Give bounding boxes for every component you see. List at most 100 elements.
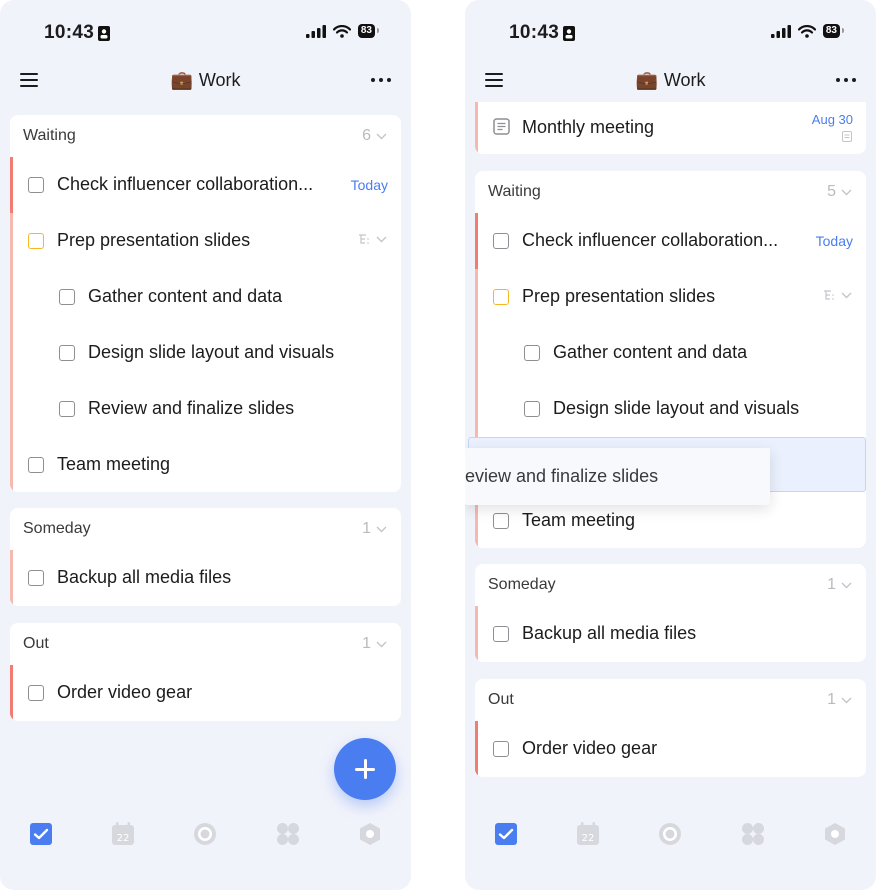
task-title: Gather content and data: [553, 342, 748, 362]
subtask-icon: [824, 290, 834, 300]
focus-tab-icon[interactable]: [193, 822, 217, 846]
section-someday: Someday 1 Backup all media files: [10, 508, 401, 606]
status-time-text: 10:43: [44, 22, 95, 43]
subtask-row[interactable]: Review and finalize slides: [10, 381, 401, 437]
status-bar: 10:43 83: [465, 0, 876, 64]
section-count: 5: [827, 183, 852, 201]
more-icon[interactable]: [369, 72, 393, 88]
settings-tab-hexagon-icon[interactable]: [358, 822, 382, 846]
section-out: Out 1 Order video gear: [10, 623, 401, 721]
task-row[interactable]: Monthly meeting Aug 30: [475, 102, 866, 154]
calendar-tab-icon[interactable]: 22: [111, 822, 135, 846]
description-icon: [842, 131, 852, 142]
settings-tab-hexagon-icon[interactable]: [823, 822, 847, 846]
task-checkbox[interactable]: [59, 401, 75, 417]
section-title: Out: [488, 691, 514, 708]
task-checkbox[interactable]: [28, 685, 44, 701]
task-row[interactable]: Prep presentation slides: [10, 213, 401, 269]
page-title-text: Work: [663, 70, 706, 90]
section-previous: Monthly meeting Aug 30: [475, 102, 866, 154]
subtask-row[interactable]: Gather content and data: [10, 269, 401, 325]
status-time-text: 10:43: [509, 22, 560, 43]
task-row[interactable]: Order video gear: [475, 721, 866, 777]
section-count-text: 1: [827, 576, 836, 593]
task-checkbox[interactable]: [59, 345, 75, 361]
section-count-text: 5: [827, 183, 836, 200]
task-row[interactable]: Backup all media files: [475, 606, 866, 662]
briefcase-icon: 💼: [170, 70, 193, 90]
task-checkbox[interactable]: [493, 513, 509, 529]
chevron-down-icon: [376, 133, 387, 139]
task-title: Prep presentation slides: [57, 230, 251, 250]
task-checkbox[interactable]: [524, 401, 540, 417]
task-due-date: Aug 30: [811, 112, 853, 127]
calendar-tab-icon[interactable]: 22: [576, 822, 600, 846]
task-checkbox[interactable]: [28, 457, 44, 473]
task-checkbox[interactable]: [28, 233, 44, 249]
task-checkbox[interactable]: [28, 570, 44, 586]
section-title: Someday: [23, 520, 91, 537]
task-title: Monthly meeting: [522, 117, 655, 137]
section-count: 1: [827, 576, 852, 594]
section-header[interactable]: Waiting 6: [10, 115, 401, 157]
dragged-task-ghost[interactable]: eview and finalize slides: [465, 448, 770, 505]
task-checkbox[interactable]: [59, 289, 75, 305]
task-title: Design slide layout and visuals: [553, 398, 800, 418]
task-due-date: Today: [815, 233, 853, 249]
page-title: 💼 Work: [465, 70, 876, 91]
status-indicators: 83: [770, 24, 845, 38]
nav-bar: 💼 Work: [0, 60, 411, 102]
task-checkbox[interactable]: [493, 289, 509, 305]
task-title: Team meeting: [522, 510, 636, 530]
section-header[interactable]: Someday 1: [10, 508, 401, 550]
focus-mode-icon: [563, 25, 576, 41]
task-checkbox[interactable]: [524, 345, 540, 361]
section-header[interactable]: Out 1: [10, 623, 401, 665]
section-count-text: 6: [362, 127, 371, 144]
task-row[interactable]: Team meeting: [10, 437, 401, 492]
section-header[interactable]: Out 1: [475, 679, 866, 721]
status-time: 10:43: [44, 22, 111, 44]
tasks-tab-checkbox-icon[interactable]: [494, 822, 518, 846]
chevron-down-icon: [841, 697, 852, 703]
task-title: Order video gear: [522, 738, 658, 758]
subtask-toggle[interactable]: [358, 234, 387, 245]
section-count: 1: [362, 520, 387, 538]
wifi-icon: [332, 24, 351, 38]
subtask-row[interactable]: Gather content and data: [475, 325, 866, 381]
subtask-toggle[interactable]: [823, 290, 852, 301]
task-row[interactable]: Order video gear: [10, 665, 401, 721]
add-task-button[interactable]: [334, 738, 396, 800]
task-row[interactable]: Check influencer collaboration... Today: [475, 213, 866, 269]
task-row[interactable]: Prep presentation slides: [475, 269, 866, 325]
task-title: Check influencer collaboration...: [522, 230, 779, 250]
chevron-down-icon: [841, 189, 852, 195]
phone-screen-right: 10:43 83 💼 Work Monthly meeting Aug 30 W…: [465, 0, 876, 890]
section-header[interactable]: Waiting 5: [475, 171, 866, 213]
section-title: Waiting: [488, 183, 541, 200]
task-title: Prep presentation slides: [522, 286, 716, 306]
section-header[interactable]: Someday 1: [475, 564, 866, 606]
subtask-row[interactable]: Design slide layout and visuals: [475, 381, 866, 437]
task-row[interactable]: Check influencer collaboration... Today: [10, 157, 401, 213]
section-title: Waiting: [23, 127, 76, 144]
more-icon[interactable]: [834, 72, 858, 88]
page-title: 💼 Work: [0, 70, 411, 91]
task-row[interactable]: Backup all media files: [10, 550, 401, 606]
apps-tab-grid-icon[interactable]: [276, 822, 300, 846]
task-checkbox[interactable]: [493, 233, 509, 249]
task-due-date: Today: [350, 177, 388, 193]
status-indicators: 83: [305, 24, 380, 38]
task-checkbox[interactable]: [28, 177, 44, 193]
phone-screen-left: 10:43 83 💼 Work Waiting 6 Check influenc…: [0, 0, 411, 890]
nav-bar: 💼 Work: [465, 60, 876, 102]
briefcase-icon: 💼: [635, 70, 658, 90]
focus-tab-icon[interactable]: [658, 822, 682, 846]
apps-tab-grid-icon[interactable]: [741, 822, 765, 846]
subtask-row[interactable]: Design slide layout and visuals: [10, 325, 401, 381]
task-checkbox[interactable]: [493, 626, 509, 642]
task-checkbox[interactable]: [493, 741, 509, 757]
page-title-text: Work: [198, 70, 241, 90]
dragged-task-title: eview and finalize slides: [465, 466, 659, 486]
tasks-tab-checkbox-icon[interactable]: [29, 822, 53, 846]
